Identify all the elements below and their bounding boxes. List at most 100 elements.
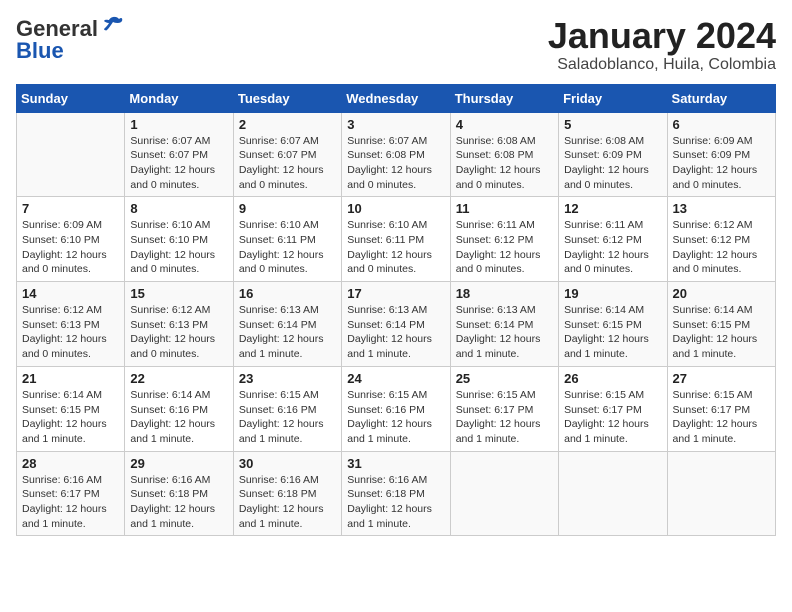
day-number: 8 xyxy=(130,201,227,216)
calendar-cell: 30 Sunrise: 6:16 AM Sunset: 6:18 PM Dayli… xyxy=(233,451,341,536)
day-info: Sunrise: 6:15 AM Sunset: 6:16 PM Dayligh… xyxy=(347,388,444,447)
day-number: 5 xyxy=(564,117,661,132)
calendar-cell xyxy=(450,451,558,536)
day-number: 16 xyxy=(239,286,336,301)
calendar-cell: 11 Sunrise: 6:11 AM Sunset: 6:12 PM Dayli… xyxy=(450,197,558,282)
day-info: Sunrise: 6:10 AM Sunset: 6:11 PM Dayligh… xyxy=(347,218,444,277)
logo-blue-text: Blue xyxy=(16,38,64,64)
day-number: 20 xyxy=(673,286,770,301)
calendar-day-header: Thursday xyxy=(450,84,558,112)
day-number: 24 xyxy=(347,371,444,386)
calendar-cell xyxy=(17,112,125,197)
day-info: Sunrise: 6:12 AM Sunset: 6:13 PM Dayligh… xyxy=(130,303,227,362)
day-number: 26 xyxy=(564,371,661,386)
day-number: 29 xyxy=(130,456,227,471)
calendar-cell: 3 Sunrise: 6:07 AM Sunset: 6:08 PM Daylig… xyxy=(342,112,450,197)
calendar-cell xyxy=(559,451,667,536)
calendar-cell: 1 Sunrise: 6:07 AM Sunset: 6:07 PM Daylig… xyxy=(125,112,233,197)
calendar-cell: 18 Sunrise: 6:13 AM Sunset: 6:14 PM Dayli… xyxy=(450,282,558,367)
calendar-cell: 2 Sunrise: 6:07 AM Sunset: 6:07 PM Daylig… xyxy=(233,112,341,197)
day-number: 2 xyxy=(239,117,336,132)
page-subtitle: Saladoblanco, Huila, Colombia xyxy=(548,56,776,74)
day-info: Sunrise: 6:14 AM Sunset: 6:16 PM Dayligh… xyxy=(130,388,227,447)
day-info: Sunrise: 6:08 AM Sunset: 6:08 PM Dayligh… xyxy=(456,134,553,193)
calendar-cell: 22 Sunrise: 6:14 AM Sunset: 6:16 PM Dayli… xyxy=(125,366,233,451)
calendar-cell: 16 Sunrise: 6:13 AM Sunset: 6:14 PM Dayli… xyxy=(233,282,341,367)
day-number: 15 xyxy=(130,286,227,301)
calendar-day-header: Monday xyxy=(125,84,233,112)
day-info: Sunrise: 6:16 AM Sunset: 6:18 PM Dayligh… xyxy=(239,473,336,532)
day-number: 10 xyxy=(347,201,444,216)
day-info: Sunrise: 6:14 AM Sunset: 6:15 PM Dayligh… xyxy=(673,303,770,362)
day-number: 17 xyxy=(347,286,444,301)
day-number: 30 xyxy=(239,456,336,471)
calendar-cell: 17 Sunrise: 6:13 AM Sunset: 6:14 PM Dayli… xyxy=(342,282,450,367)
calendar-cell: 28 Sunrise: 6:16 AM Sunset: 6:17 PM Dayli… xyxy=(17,451,125,536)
day-info: Sunrise: 6:15 AM Sunset: 6:17 PM Dayligh… xyxy=(673,388,770,447)
calendar-cell: 20 Sunrise: 6:14 AM Sunset: 6:15 PM Dayli… xyxy=(667,282,775,367)
day-number: 3 xyxy=(347,117,444,132)
page-header: General Blue January 2024 Saladoblanco, … xyxy=(16,16,776,74)
day-info: Sunrise: 6:16 AM Sunset: 6:17 PM Dayligh… xyxy=(22,473,119,532)
calendar-week-row: 7Sunrise: 6:09 AM Sunset: 6:10 PM Daylig… xyxy=(17,197,776,282)
day-number: 11 xyxy=(456,201,553,216)
day-info: Sunrise: 6:10 AM Sunset: 6:11 PM Dayligh… xyxy=(239,218,336,277)
day-number: 31 xyxy=(347,456,444,471)
day-info: Sunrise: 6:14 AM Sunset: 6:15 PM Dayligh… xyxy=(564,303,661,362)
calendar-cell: 25Sunrise: 6:15 AM Sunset: 6:17 PM Dayli… xyxy=(450,366,558,451)
calendar-cell: 21 Sunrise: 6:14 AM Sunset: 6:15 PM Dayli… xyxy=(17,366,125,451)
day-info: Sunrise: 6:14 AM Sunset: 6:15 PM Dayligh… xyxy=(22,388,119,447)
calendar-cell: 19 Sunrise: 6:14 AM Sunset: 6:15 PM Dayli… xyxy=(559,282,667,367)
calendar-week-row: 28 Sunrise: 6:16 AM Sunset: 6:17 PM Dayli… xyxy=(17,451,776,536)
day-info: Sunrise: 6:13 AM Sunset: 6:14 PM Dayligh… xyxy=(456,303,553,362)
day-info: Sunrise: 6:07 AM Sunset: 6:07 PM Dayligh… xyxy=(130,134,227,193)
day-info: Sunrise: 6:08 AM Sunset: 6:09 PM Dayligh… xyxy=(564,134,661,193)
day-info: Sunrise: 6:11 AM Sunset: 6:12 PM Dayligh… xyxy=(456,218,553,277)
calendar-day-header: Saturday xyxy=(667,84,775,112)
calendar-cell: 8 Sunrise: 6:10 AM Sunset: 6:10 PM Daylig… xyxy=(125,197,233,282)
calendar-cell: 15 Sunrise: 6:12 AM Sunset: 6:13 PM Dayli… xyxy=(125,282,233,367)
day-number: 22 xyxy=(130,371,227,386)
day-info: Sunrise: 6:07 AM Sunset: 6:08 PM Dayligh… xyxy=(347,134,444,193)
day-info: Sunrise: 6:15 AM Sunset: 6:17 PM Dayligh… xyxy=(564,388,661,447)
day-number: 18 xyxy=(456,286,553,301)
calendar-cell: 10 Sunrise: 6:10 AM Sunset: 6:11 PM Dayli… xyxy=(342,197,450,282)
logo-bird-icon xyxy=(101,16,123,34)
day-number: 4 xyxy=(456,117,553,132)
day-number: 13 xyxy=(673,201,770,216)
day-number: 1 xyxy=(130,117,227,132)
day-number: 12 xyxy=(564,201,661,216)
day-number: 25 xyxy=(456,371,553,386)
day-number: 28 xyxy=(22,456,119,471)
calendar-day-header: Sunday xyxy=(17,84,125,112)
day-info: Sunrise: 6:07 AM Sunset: 6:07 PM Dayligh… xyxy=(239,134,336,193)
calendar-day-header: Wednesday xyxy=(342,84,450,112)
day-number: 21 xyxy=(22,371,119,386)
calendar-cell: 27Sunrise: 6:15 AM Sunset: 6:17 PM Dayli… xyxy=(667,366,775,451)
day-info: Sunrise: 6:13 AM Sunset: 6:14 PM Dayligh… xyxy=(347,303,444,362)
calendar-cell xyxy=(667,451,775,536)
logo: General Blue xyxy=(16,16,123,64)
calendar-cell: 9 Sunrise: 6:10 AM Sunset: 6:11 PM Daylig… xyxy=(233,197,341,282)
calendar-cell: 7Sunrise: 6:09 AM Sunset: 6:10 PM Daylig… xyxy=(17,197,125,282)
calendar-cell: 14Sunrise: 6:12 AM Sunset: 6:13 PM Dayli… xyxy=(17,282,125,367)
calendar-cell: 23Sunrise: 6:15 AM Sunset: 6:16 PM Dayli… xyxy=(233,366,341,451)
calendar-week-row: 1 Sunrise: 6:07 AM Sunset: 6:07 PM Daylig… xyxy=(17,112,776,197)
day-number: 14 xyxy=(22,286,119,301)
calendar-cell: 31Sunrise: 6:16 AM Sunset: 6:18 PM Dayli… xyxy=(342,451,450,536)
calendar-day-header: Friday xyxy=(559,84,667,112)
day-info: Sunrise: 6:11 AM Sunset: 6:12 PM Dayligh… xyxy=(564,218,661,277)
calendar-cell: 4 Sunrise: 6:08 AM Sunset: 6:08 PM Daylig… xyxy=(450,112,558,197)
day-number: 19 xyxy=(564,286,661,301)
page-title: January 2024 xyxy=(548,16,776,56)
day-info: Sunrise: 6:16 AM Sunset: 6:18 PM Dayligh… xyxy=(130,473,227,532)
calendar-table: SundayMondayTuesdayWednesdayThursdayFrid… xyxy=(16,84,776,537)
day-info: Sunrise: 6:13 AM Sunset: 6:14 PM Dayligh… xyxy=(239,303,336,362)
day-number: 9 xyxy=(239,201,336,216)
calendar-cell: 12 Sunrise: 6:11 AM Sunset: 6:12 PM Dayli… xyxy=(559,197,667,282)
calendar-cell: 26 Sunrise: 6:15 AM Sunset: 6:17 PM Dayli… xyxy=(559,366,667,451)
calendar-cell: 29 Sunrise: 6:16 AM Sunset: 6:18 PM Dayli… xyxy=(125,451,233,536)
calendar-week-row: 21 Sunrise: 6:14 AM Sunset: 6:15 PM Dayli… xyxy=(17,366,776,451)
day-info: Sunrise: 6:10 AM Sunset: 6:10 PM Dayligh… xyxy=(130,218,227,277)
calendar-cell: 24 Sunrise: 6:15 AM Sunset: 6:16 PM Dayli… xyxy=(342,366,450,451)
